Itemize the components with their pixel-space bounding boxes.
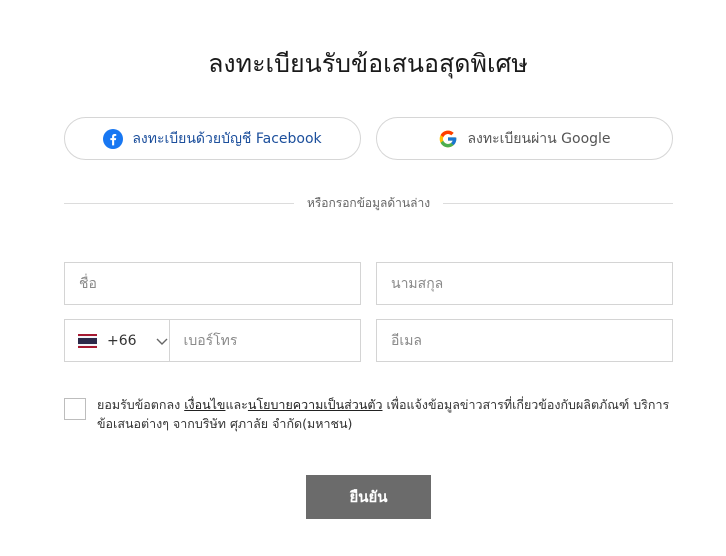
phone-input[interactable] xyxy=(169,320,372,361)
email-field xyxy=(376,319,673,362)
first-name-input[interactable] xyxy=(65,263,360,304)
country-code-value: +66 xyxy=(107,332,137,349)
phone-field-group: +66 xyxy=(64,319,372,362)
divider-text: หรือกรอกข้อมูลด้านล่าง xyxy=(306,195,431,210)
terms-link[interactable]: เงื่อนไข xyxy=(184,397,225,412)
facebook-icon xyxy=(103,128,124,149)
first-name-field xyxy=(64,262,361,305)
consent-prefix: ยอมรับข้อตกลง xyxy=(97,397,185,412)
consent-row: ยอมรับข้อตกลง เงื่อนไขและนโยบายความเป็นส… xyxy=(64,395,673,433)
country-code-select[interactable]: +66 xyxy=(65,320,170,361)
last-name-field xyxy=(376,262,673,305)
chevron-down-icon xyxy=(156,338,168,345)
page-title: ลงทะเบียนรับข้อเสนอสุดพิเศษ xyxy=(208,49,528,78)
google-icon xyxy=(440,130,457,147)
last-name-input[interactable] xyxy=(377,263,672,304)
google-signup-label: ลงทะเบียนผ่าน Google xyxy=(467,130,611,147)
consent-text: ยอมรับข้อตกลง เงื่อนไขและนโยบายความเป็นส… xyxy=(97,395,673,433)
thailand-flag-icon xyxy=(78,333,97,348)
google-signup-button[interactable]: ลงทะเบียนผ่าน Google xyxy=(376,117,673,160)
email-input[interactable] xyxy=(377,320,672,361)
consent-and: และ xyxy=(225,397,248,412)
facebook-signup-label: ลงทะเบียนด้วยบัญชี Facebook xyxy=(132,130,322,147)
privacy-policy-link[interactable]: นโยบายความเป็นส่วนตัว xyxy=(248,397,383,412)
submit-button[interactable]: ยืนยัน xyxy=(306,475,431,519)
or-divider: หรือกรอกข้อมูลด้านล่าง xyxy=(64,193,674,213)
facebook-signup-button[interactable]: ลงทะเบียนด้วยบัญชี Facebook xyxy=(64,117,361,160)
consent-checkbox[interactable] xyxy=(64,398,86,420)
divider-line-right xyxy=(443,202,674,204)
divider-line-left xyxy=(64,202,294,204)
